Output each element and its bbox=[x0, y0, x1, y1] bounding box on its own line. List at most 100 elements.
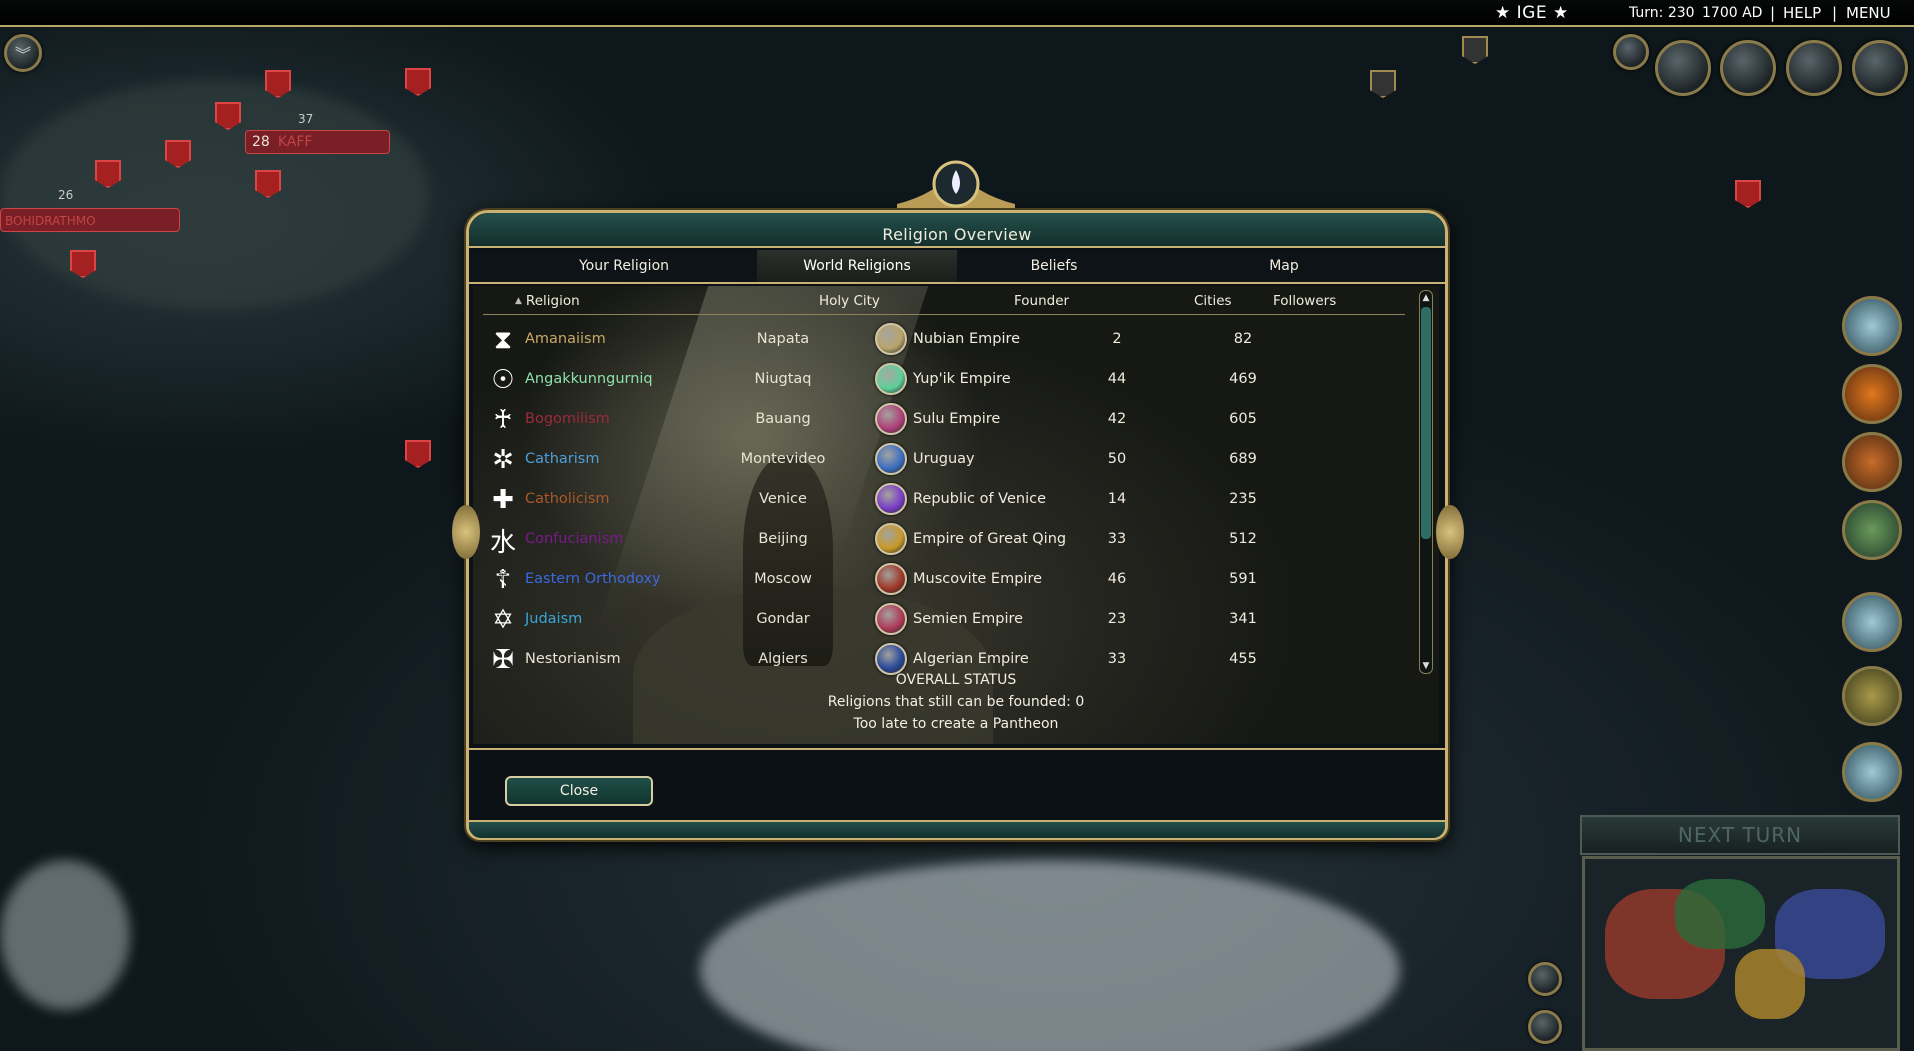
city-banner-flag[interactable] bbox=[405, 440, 431, 468]
dialog-header: Religion Overview bbox=[469, 213, 1445, 248]
city-count: 2 bbox=[1112, 331, 1122, 347]
map-options-icon[interactable] bbox=[1528, 1010, 1562, 1044]
leader-portrait-icon[interactable] bbox=[1842, 500, 1902, 560]
city-banner-flag[interactable] bbox=[405, 68, 431, 96]
notification-log-scroll-icon[interactable] bbox=[1613, 34, 1649, 70]
tab-world-religions[interactable]: World Religions bbox=[757, 250, 957, 282]
follower-count: 591 bbox=[1229, 571, 1257, 587]
city-banner-flag[interactable] bbox=[1462, 36, 1488, 64]
uruguay-sun-icon bbox=[875, 443, 907, 475]
separator: | bbox=[1770, 4, 1776, 22]
strategic-view-icon[interactable] bbox=[1528, 962, 1562, 996]
minimap-land bbox=[1675, 879, 1765, 949]
founder-civ: Algerian Empire bbox=[913, 651, 1029, 667]
tech-tree-tools-icon[interactable] bbox=[1786, 40, 1842, 96]
scrollbar[interactable]: ▲ ▼ bbox=[1419, 290, 1433, 674]
holy-city: Bauang bbox=[755, 411, 811, 427]
next-turn-button[interactable]: NEXT TURN bbox=[1580, 815, 1900, 855]
semien-icon bbox=[875, 603, 907, 635]
sulu-icon bbox=[875, 403, 907, 435]
city-count: 33 bbox=[1107, 531, 1127, 547]
pantheon-status-text: Too late to create a Pantheon bbox=[853, 716, 1059, 732]
city-size: 28 bbox=[252, 134, 270, 150]
scrollbar-thumb[interactable] bbox=[1421, 307, 1431, 539]
follower-count: 341 bbox=[1229, 611, 1257, 627]
city-banner-flag[interactable] bbox=[1735, 180, 1761, 208]
religion-name[interactable]: Nestorianism bbox=[525, 651, 621, 667]
dialog-left-ornament bbox=[452, 505, 480, 559]
follower-count: 469 bbox=[1229, 371, 1257, 387]
city-banner-kaff[interactable]: 28 KAFF bbox=[245, 130, 390, 154]
religion-name[interactable]: Amanaiism bbox=[525, 331, 606, 347]
religion-name[interactable]: Angakkunngurniq bbox=[525, 371, 653, 387]
close-button[interactable]: Close bbox=[505, 776, 653, 806]
qing-dragon-icon bbox=[875, 523, 907, 555]
leader-portrait-icon[interactable] bbox=[1842, 666, 1902, 726]
city-count: 44 bbox=[1107, 371, 1127, 387]
menu-button[interactable]: MENU bbox=[1846, 4, 1891, 22]
table-row[interactable]: ⧗ Amanaiism Napata Nubian Empire 2 82 bbox=[473, 320, 1413, 360]
founder-civ: Nubian Empire bbox=[913, 331, 1021, 347]
scroll-down-arrow-icon[interactable]: ▼ bbox=[1421, 660, 1431, 672]
city-count: 50 bbox=[1107, 451, 1127, 467]
city-banner-bohidrathmo[interactable]: BOHIDRATHMO bbox=[0, 208, 180, 232]
unit-count-badge: 37 bbox=[298, 112, 314, 126]
holy-city: Gondar bbox=[756, 611, 810, 627]
tab-beliefs[interactable]: Beliefs bbox=[979, 250, 1129, 282]
tab-your-religion[interactable]: Your Religion bbox=[549, 250, 699, 282]
unit-count-badge: 26 bbox=[58, 188, 74, 202]
founder-civ: Sulu Empire bbox=[913, 411, 1001, 427]
holy-city: Moscow bbox=[754, 571, 812, 587]
follower-count: 82 bbox=[1233, 331, 1253, 347]
column-header-followers[interactable]: Followers bbox=[1273, 289, 1336, 313]
religion-name[interactable]: Bogomilism bbox=[525, 411, 610, 427]
table-row[interactable]: 水 Confucianism Beijing Empire of Great Qing… bbox=[473, 520, 1413, 560]
religion-name[interactable]: Catholicism bbox=[525, 491, 610, 507]
religion-name[interactable]: Judaism bbox=[525, 611, 582, 627]
city-banner-flag[interactable] bbox=[1370, 70, 1396, 98]
turn-counter: Turn: 230 bbox=[1629, 5, 1695, 21]
city-name: KAFF bbox=[277, 134, 313, 150]
cross-icon: ✚ bbox=[492, 485, 514, 515]
water-glyph-icon: 水 bbox=[489, 527, 516, 558]
leader-portrait-icon[interactable] bbox=[1842, 364, 1902, 424]
founder-civ: Uruguay bbox=[913, 451, 975, 467]
venice-lion-icon bbox=[875, 483, 907, 515]
dialog-bottom-border bbox=[469, 820, 1445, 838]
table-row[interactable]: ✲ Catharism Montevideo Uruguay 50 689 bbox=[473, 440, 1413, 480]
column-header-holy-city[interactable]: Holy City bbox=[819, 289, 880, 313]
advisor-helmet-icon[interactable] bbox=[1655, 40, 1711, 96]
help-button[interactable]: HELP bbox=[1783, 4, 1821, 22]
sort-indicator-icon: ▲ bbox=[515, 296, 522, 306]
table-row[interactable]: ✡ Judaism Gondar Semien Empire 23 341 bbox=[473, 600, 1413, 640]
leader-portrait-icon[interactable] bbox=[1842, 592, 1902, 652]
minimap[interactable] bbox=[1582, 856, 1900, 1051]
table-row[interactable]: ✚ Catholicism Venice Republic of Venice 14 23… bbox=[473, 480, 1413, 520]
yupik-icon bbox=[875, 363, 907, 395]
orthodox-cross-icon: ☦ bbox=[494, 565, 512, 595]
ige-button[interactable]: ★ IGE ★ bbox=[1495, 3, 1569, 23]
table-row[interactable]: ☦ Eastern Orthodoxy Moscow Muscovite Empire… bbox=[473, 560, 1413, 600]
dialog-footer: Close bbox=[469, 748, 1445, 818]
religion-name[interactable]: Catharism bbox=[525, 451, 599, 467]
scroll-up-arrow-icon[interactable]: ▲ bbox=[1421, 292, 1431, 304]
great-person-portrait-icon[interactable] bbox=[1842, 296, 1902, 356]
founder-civ: Republic of Venice bbox=[913, 491, 1046, 507]
table-row[interactable]: ☉ Angakkunngurniq Niugtaq Yup'ik Empire 44 46… bbox=[473, 360, 1413, 400]
tab-map[interactable]: Map bbox=[1209, 250, 1359, 282]
header-divider bbox=[483, 314, 1405, 315]
leader-portrait-icon[interactable] bbox=[1842, 432, 1902, 492]
diplomacy-globe-icon[interactable] bbox=[1852, 40, 1908, 96]
column-header-founder[interactable]: Founder bbox=[1014, 289, 1069, 313]
follower-count: 235 bbox=[1229, 491, 1257, 507]
religions-remaining-text: Religions that still can be founded: 0 bbox=[827, 694, 1085, 710]
civilopedia-book-icon[interactable] bbox=[1720, 40, 1776, 96]
religion-name[interactable]: Eastern Orthodoxy bbox=[525, 571, 661, 587]
religion-name[interactable]: Confucianism bbox=[525, 531, 623, 547]
column-header-cities[interactable]: Cities bbox=[1194, 289, 1232, 313]
expand-panel-chevron-icon[interactable]: ︾ bbox=[4, 34, 42, 72]
world-religions-panel: ▲ Religion Holy City Founder Cities Foll… bbox=[473, 286, 1439, 744]
table-row[interactable]: ♰ Bogomilism Bauang Sulu Empire 42 605 bbox=[473, 400, 1413, 440]
column-header-religion[interactable]: ▲ Religion bbox=[515, 289, 580, 313]
leader-portrait-icon[interactable] bbox=[1842, 742, 1902, 802]
